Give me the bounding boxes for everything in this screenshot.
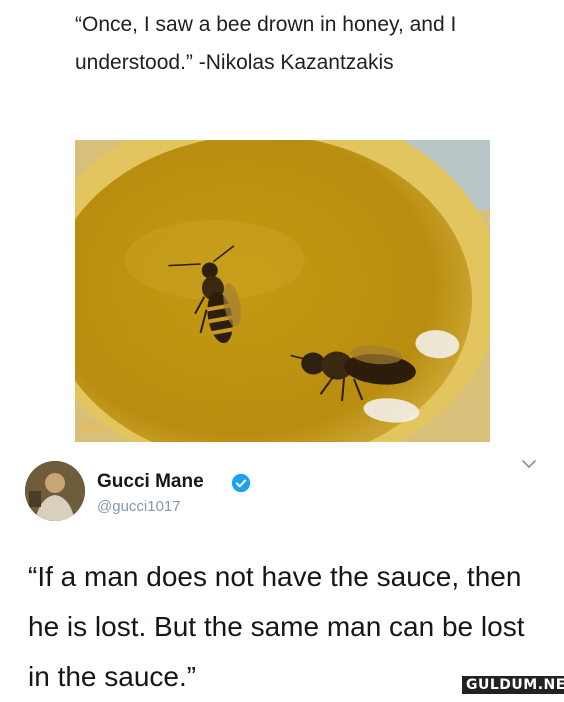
author-handle[interactable]: @gucci1017	[97, 498, 181, 515]
watermark: GULDUM.NET	[462, 676, 564, 694]
avatar[interactable]	[25, 461, 85, 521]
quote-text: “Once, I saw a bee drown in honey, and I…	[75, 13, 457, 74]
chevron-down-icon[interactable]	[520, 455, 538, 473]
tweet-header: Gucci Mane @gucci1017	[0, 455, 564, 535]
photo-corner-mark: MM	[80, 419, 103, 435]
bee-honey-photo: MM	[75, 140, 490, 442]
verified-badge-icon	[231, 473, 251, 493]
author-name[interactable]: Gucci Mane	[97, 471, 204, 493]
